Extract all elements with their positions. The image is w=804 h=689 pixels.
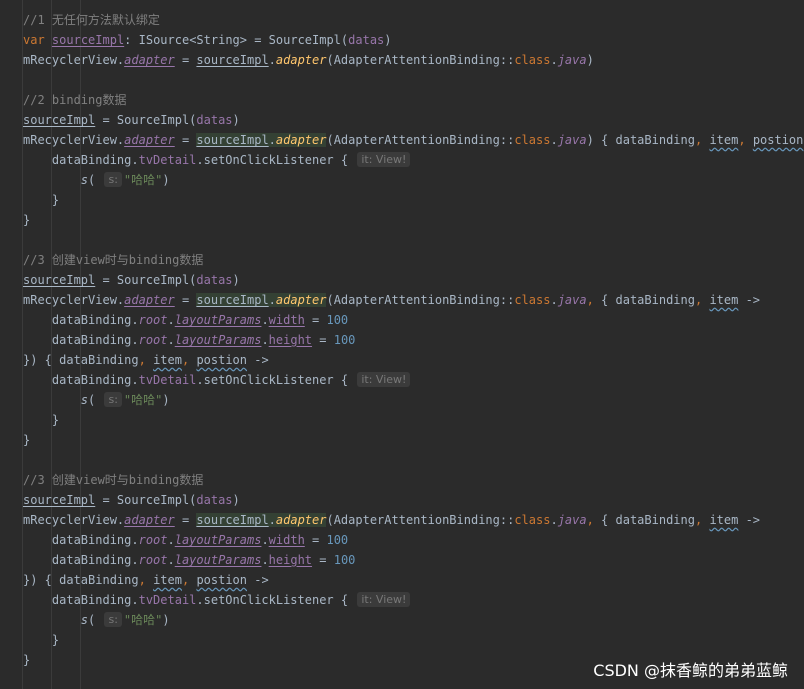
code-line[interactable]: dataBinding.tvDetail.setOnClickListener … [23,590,798,610]
comment: //2 binding数据 [23,93,127,107]
code-line[interactable]: s( s: "哈哈") [23,610,798,630]
code-line[interactable]: s( s: "哈哈") [23,170,798,190]
code-line[interactable]: dataBinding.tvDetail.setOnClickListener … [23,150,798,170]
inlay-hint: it: View! [357,372,411,387]
code-line[interactable]: //1 无任何方法默认绑定 [23,10,798,30]
code-line[interactable]: dataBinding.root.layoutParams.height = 1… [23,550,798,570]
code-line[interactable]: dataBinding.root.layoutParams.width = 10… [23,530,798,550]
code-line[interactable]: mRecyclerView.adapter = sourceImpl.adapt… [23,50,798,70]
code-line[interactable]: sourceImpl = SourceImpl(datas) [23,270,798,290]
code-line[interactable]: s( s: "哈哈") [23,390,798,410]
comment: //1 无任何方法默认绑定 [23,13,160,27]
code-line[interactable]: dataBinding.root.layoutParams.height = 1… [23,330,798,350]
code-line[interactable]: mRecyclerView.adapter = sourceImpl.adapt… [23,130,803,150]
inlay-hint: s: [104,172,122,187]
csdn-watermark: CSDN @抹香鲸的弟弟蓝鲸 [593,661,788,680]
code-line[interactable]: //2 binding数据 [23,90,798,110]
code-line[interactable]: sourceImpl = SourceImpl(datas) [23,490,798,510]
code-line[interactable]: //3 创建view时与binding数据 [23,250,798,270]
code-line[interactable]: sourceImpl = SourceImpl(datas) [23,110,798,130]
code-line[interactable]: }) { dataBinding, item, postion -> [23,570,798,590]
code-line[interactable]: var sourceImpl: ISource<String> = Source… [23,30,798,50]
code-line[interactable]: mRecyclerView.adapter = sourceImpl.adapt… [23,290,798,310]
inlay-hint: it: View! [357,152,411,167]
inlay-hint: it: View! [357,592,411,607]
comment: //3 创建view时与binding数据 [23,253,204,267]
code-line[interactable]: //3 创建view时与binding数据 [23,470,798,490]
code-line[interactable]: dataBinding.root.layoutParams.width = 10… [23,310,798,330]
inlay-hint: s: [104,612,122,627]
code-editor[interactable]: //1 无任何方法默认绑定 var sourceImpl: ISource<St… [0,0,804,689]
code-line[interactable]: mRecyclerView.adapter = sourceImpl.adapt… [23,510,798,530]
inlay-hint: s: [104,392,122,407]
code-line[interactable]: dataBinding.tvDetail.setOnClickListener … [23,370,798,390]
code-line[interactable]: }) { dataBinding, item, postion -> [23,350,798,370]
comment: //3 创建view时与binding数据 [23,473,204,487]
